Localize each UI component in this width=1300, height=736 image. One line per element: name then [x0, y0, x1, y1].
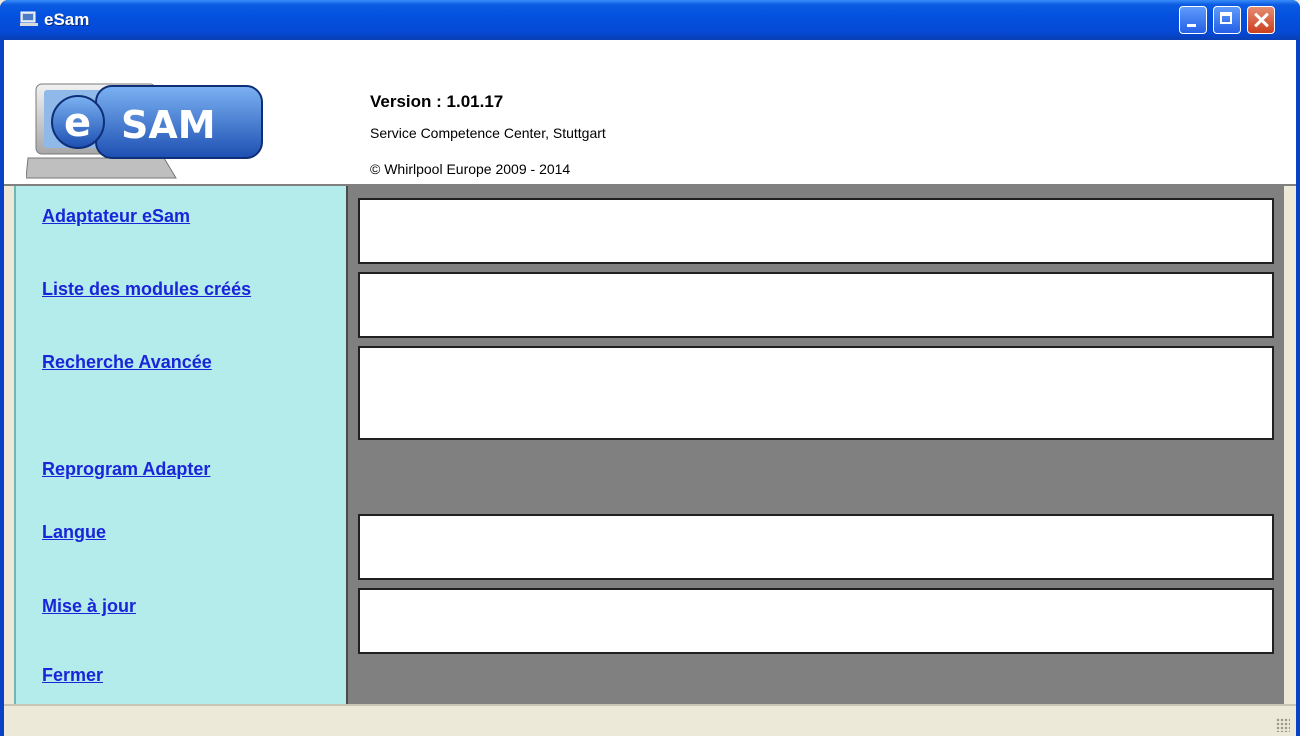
- info-box-recherche: [358, 346, 1274, 440]
- logo-e-glyph: e: [64, 100, 91, 146]
- app-window: eSam e SAM Version: 1.01.17 Service Com…: [0, 0, 1300, 736]
- minimize-button[interactable]: [1179, 6, 1207, 34]
- maximize-button[interactable]: [1213, 6, 1241, 34]
- nav-link-liste-modules[interactable]: Liste des modules créés: [42, 279, 251, 300]
- status-bar: [4, 704, 1296, 736]
- header-panel: e SAM Version : 1.01.17 Service Competen…: [4, 40, 1296, 186]
- nav-link-fermer[interactable]: Fermer: [42, 665, 103, 686]
- nav-link-reprogram[interactable]: Reprogram Adapter: [42, 459, 210, 480]
- logo-sam-glyph: SAM: [121, 103, 216, 147]
- close-button[interactable]: [1247, 6, 1275, 34]
- info-box-liste-modules: [358, 272, 1274, 338]
- nav-link-langue[interactable]: Langue: [42, 522, 106, 543]
- copyright-label: © Whirlpool Europe 2009 - 2014: [370, 161, 571, 177]
- info-box-langue: [358, 514, 1274, 580]
- esam-logo: e SAM: [26, 83, 263, 179]
- content-panel: [346, 186, 1284, 704]
- info-box-adaptateur: [358, 198, 1274, 264]
- client-area: e SAM Version : 1.01.17 Service Competen…: [4, 40, 1296, 736]
- info-box-mise-a-jour: [358, 588, 1274, 654]
- app-icon: [20, 11, 38, 26]
- nav-link-adaptateur[interactable]: Adaptateur eSam: [42, 206, 190, 227]
- nav-link-recherche[interactable]: Recherche Avancée: [42, 352, 212, 373]
- resize-grip-icon[interactable]: [1276, 718, 1290, 732]
- company-label: Service Competence Center, Stuttgart: [370, 125, 606, 141]
- nav-panel: Adaptateur eSam Liste des modules créés …: [14, 186, 346, 704]
- window-title: eSam: [44, 10, 90, 29]
- nav-link-mise-a-jour[interactable]: Mise à jour: [42, 596, 136, 617]
- title-bar[interactable]: eSam: [0, 0, 1300, 40]
- right-edge: [1284, 186, 1296, 704]
- version-label: Version : 1.01.17: [370, 92, 504, 111]
